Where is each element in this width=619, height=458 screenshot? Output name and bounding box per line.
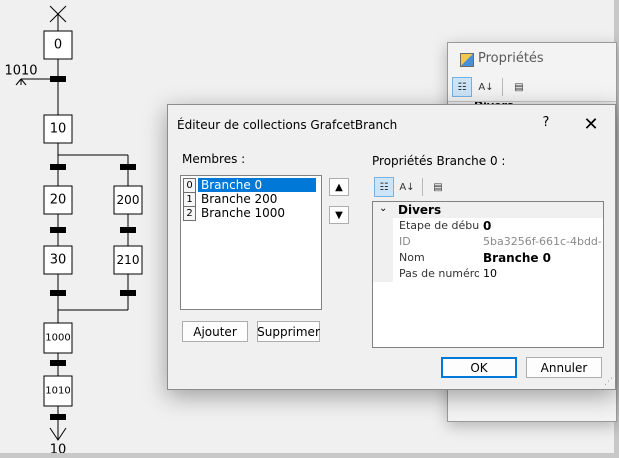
step-0[interactable]: 0 (43, 30, 73, 60)
toolbar-separator (422, 178, 423, 196)
sort-az-icon[interactable]: A↓ (476, 77, 496, 97)
help-button[interactable]: ? (537, 115, 555, 135)
cancel-button[interactable]: Annuler (526, 357, 602, 378)
property-value[interactable]: 5ba3256f-661c-4bdd-a37 (483, 235, 601, 248)
member-item[interactable]: 2 Branche 1000 (183, 205, 288, 221)
transition-20-30[interactable] (50, 227, 66, 233)
categorized-icon[interactable]: ☷ (374, 177, 394, 197)
transition-1010-jump[interactable] (50, 414, 66, 420)
member-index: 2 (183, 205, 196, 221)
member-name: Branche 200 (201, 192, 278, 206)
step-label: 1010 (45, 386, 70, 397)
transition-0-10[interactable] (50, 76, 66, 82)
arrow-down-icon: ▼ (335, 209, 343, 221)
property-name: ID (399, 235, 411, 248)
remove-button[interactable]: Supprimer (257, 321, 320, 342)
step-210[interactable]: 210 (113, 245, 143, 275)
resize-grip-icon[interactable]: ⋰ (604, 377, 613, 387)
category-name: Divers (398, 203, 442, 217)
properties-window-title: Propriétés (478, 51, 544, 66)
property-name: Pas de numérota (399, 267, 479, 280)
transition-1000-1010[interactable] (50, 360, 66, 366)
ok-button[interactable]: OK (441, 357, 517, 378)
step-20[interactable]: 20 (43, 185, 73, 215)
member-name: Branche 0 (198, 178, 316, 192)
property-value[interactable]: 10 (483, 267, 601, 280)
window-bottom-edge (0, 453, 619, 458)
step-label: 200 (117, 193, 140, 207)
step-200[interactable]: 200 (113, 185, 143, 215)
step-1010[interactable]: 1010 (43, 375, 73, 407)
transition-200-210[interactable] (120, 227, 136, 233)
properties-window-icon (460, 53, 474, 67)
step-1000[interactable]: 1000 (43, 322, 73, 354)
step-label: 0 (54, 38, 62, 53)
step-label: 210 (117, 253, 140, 267)
property-row[interactable]: Etape de début 0 (373, 218, 603, 234)
properties-window-titlebar[interactable]: Propriétés (448, 43, 616, 75)
member-index: 0 (183, 177, 196, 193)
category-row[interactable]: ⌄ Divers (373, 202, 603, 218)
side-input-branch-b (20, 78, 27, 86)
property-value[interactable]: Branche 0 (483, 251, 601, 265)
property-value[interactable]: 0 (483, 219, 601, 233)
transition-30-1000[interactable] (50, 290, 66, 296)
close-button[interactable]: ✕ (580, 114, 602, 136)
step-30[interactable]: 30 (43, 245, 73, 275)
property-row[interactable]: Pas de numérota 10 (373, 266, 603, 282)
side-input-label: 1010 (4, 64, 37, 79)
member-item[interactable]: 0 Branche 0 (183, 177, 316, 193)
property-pages-icon[interactable]: ▤ (428, 177, 448, 197)
categorized-icon[interactable]: ☷ (452, 77, 472, 97)
move-up-button[interactable]: ▲ (329, 178, 349, 196)
dialog-title: Éditeur de collections GrafcetBranch (177, 118, 398, 132)
transition-10-20[interactable] (50, 164, 66, 170)
member-item[interactable]: 1 Branche 200 (183, 191, 280, 207)
add-button[interactable]: Ajouter (182, 321, 248, 342)
property-name: Nom (399, 251, 425, 264)
step-label: 10 (50, 122, 67, 137)
property-grid[interactable]: ⌄ Divers Etape de début 0 ID 5ba3256f-66… (372, 201, 604, 348)
members-list[interactable]: 0 Branche 0 1 Branche 200 2 Branche 1000 (180, 175, 322, 310)
step-label: 30 (50, 253, 67, 268)
property-pages-icon[interactable]: ▤ (509, 77, 529, 97)
move-down-button[interactable]: ▼ (329, 206, 349, 224)
member-index: 1 (183, 191, 196, 207)
property-row[interactable]: Nom Branche 0 (373, 250, 603, 266)
sort-az-icon[interactable]: A↓ (397, 177, 417, 197)
toolbar-separator (502, 78, 503, 96)
transition-10-200[interactable] (120, 164, 136, 170)
property-name: Etape de début (399, 219, 479, 232)
chevron-down-icon[interactable]: ⌄ (379, 203, 387, 214)
property-row[interactable]: ID 5ba3256f-661c-4bdd-a37 (373, 234, 603, 250)
side-input-branch-a (15, 78, 22, 86)
members-label: Membres : (182, 152, 246, 166)
properties-label: Propriétés Branche 0 : (372, 154, 506, 168)
transition-210-1000[interactable] (120, 290, 136, 296)
property-grid-toolbar: ☷ A↓ ▤ (374, 177, 448, 199)
step-label: 1000 (45, 333, 70, 344)
step-10[interactable]: 10 (43, 114, 73, 144)
arrow-up-icon: ▲ (335, 181, 343, 193)
member-name: Branche 1000 (201, 206, 286, 220)
properties-window-toolbar: ☷ A↓ ▤ (452, 77, 529, 99)
step-label: 20 (50, 193, 67, 208)
collection-editor-dialog[interactable]: Éditeur de collections GrafcetBranch ? ✕… (167, 104, 616, 390)
